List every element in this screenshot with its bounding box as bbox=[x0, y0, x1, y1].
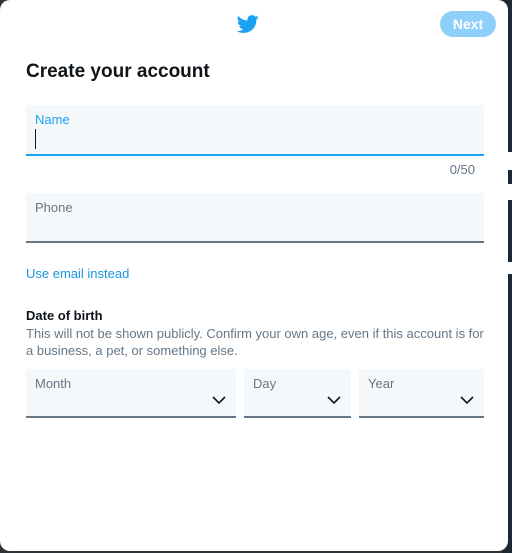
modal-header: Next bbox=[0, 0, 508, 50]
year-select-label: Year bbox=[368, 376, 395, 391]
chevron-down-icon bbox=[212, 396, 226, 405]
background-mark bbox=[508, 152, 512, 170]
phone-field-label: Phone bbox=[35, 200, 73, 215]
chevron-down-icon bbox=[460, 396, 474, 405]
name-field-label: Name bbox=[35, 112, 70, 127]
day-select[interactable]: Day bbox=[244, 369, 351, 418]
phone-field[interactable]: Phone bbox=[26, 193, 484, 243]
dob-description: This will not be shown publicly. Confirm… bbox=[26, 326, 484, 358]
next-button[interactable]: Next bbox=[440, 11, 496, 37]
background-mark bbox=[508, 184, 512, 200]
name-char-counter: 0/50 bbox=[449, 162, 475, 177]
year-select[interactable]: Year bbox=[359, 369, 484, 418]
month-select-label: Month bbox=[35, 376, 72, 391]
background-mark bbox=[508, 262, 512, 274]
day-select-label: Day bbox=[253, 376, 277, 391]
page-title: Create your account bbox=[26, 61, 210, 82]
name-field[interactable]: Name bbox=[26, 105, 484, 156]
use-email-link[interactable]: Use email instead bbox=[26, 266, 129, 281]
text-caret bbox=[35, 129, 36, 149]
chevron-down-icon bbox=[327, 396, 341, 405]
dob-title: Date of birth bbox=[26, 308, 103, 323]
twitter-bird-icon bbox=[236, 15, 259, 33]
signup-modal: Next Create your account Name 0/50 Phone… bbox=[0, 0, 508, 551]
month-select[interactable]: Month bbox=[26, 369, 236, 418]
